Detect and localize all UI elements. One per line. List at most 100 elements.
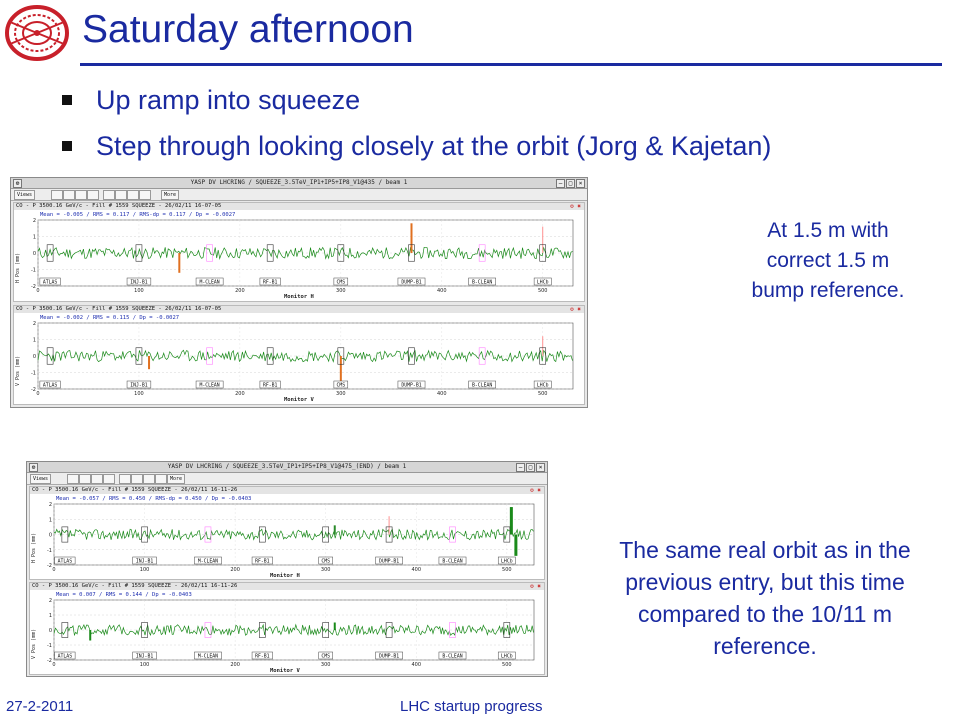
y-tick-label: 2 [33,218,36,224]
ip-label: CMS [336,383,345,389]
ip-label: LHCb [501,559,513,565]
y-tick-label: 0 [49,533,52,539]
x-axis-label: Monitor V [270,668,300,674]
square-bullet-icon [62,95,72,105]
x-tick-label: 200 [235,391,245,397]
zoom-icon[interactable] [79,474,91,484]
title-underline [80,63,942,66]
x-tick-label: 100 [134,288,144,294]
x-tick-label: 0 [36,288,39,294]
table-icon[interactable] [103,474,115,484]
yasp-window-2[interactable]: ⚙ YASP DV LHCRING / SQUEEZE_3.5TeV_IP1+I… [26,461,548,677]
x-tick-label: 500 [538,391,548,397]
ip-label: RF-B1 [263,383,278,389]
y-tick-label: -1 [47,548,52,554]
ip-label: DUMP-B1 [401,280,421,286]
minimize-icon[interactable]: – [556,179,565,188]
v-orbit-plot[interactable]: 210-1-20 100 200 300 400 500ATLAS INJ-B1 M-CLEA… [30,583,546,676]
window-toolbar: Views More [27,473,547,485]
ip-label: LHCb [501,654,513,660]
left-arrow-icon[interactable] [143,474,155,484]
close-icon[interactable]: × [536,463,545,472]
more-button[interactable]: More [167,474,186,484]
grid-icon[interactable] [91,474,103,484]
window-title: YASP DV LHCRING / SQUEEZE_3.5TeV_IP1+IP5… [190,179,408,186]
x-tick-label: 200 [230,567,240,573]
y-tick-label: -2 [47,563,52,569]
v-orbit-panel[interactable]: CO - P 3500.16 GeV/c - Fill # 1559 SQUEE… [29,582,545,675]
ip-label: CMS [321,559,330,565]
y-tick-label: -1 [47,643,52,649]
y-tick-label: 2 [49,598,52,604]
x-tick-label: 0 [36,391,39,397]
ip-label: LHCb [537,280,549,286]
y-tick-label: -1 [31,371,36,377]
x-axis-label: Monitor H [270,573,300,579]
y-tick-label: 1 [33,338,36,344]
ip-label: DUMP-B1 [379,654,399,660]
x-tick-label: 0 [52,662,55,668]
x-tick-label: 500 [502,567,512,573]
left-arrow-icon[interactable] [127,190,139,200]
ip-label: LHCb [537,383,549,389]
x-tick-label: 0 [52,567,55,573]
ip-label: CMS [321,654,330,660]
ip-label: RF-B1 [255,654,270,660]
print-icon[interactable] [51,190,63,200]
v-orbit-plot[interactable]: 210-1-20 100 200 300 400 500ATLAS INJ-B1 M-CLEA… [14,306,586,406]
x-tick-label: 100 [140,567,150,573]
more-button[interactable]: More [161,190,180,200]
window-toolbar: Views More [11,189,587,201]
h-orbit-panel[interactable]: CO - P 3500.16 GeV/c - Fill # 1559 SQUEE… [13,202,585,302]
maximize-icon[interactable]: □ [526,463,535,472]
x-tick-label: 500 [538,288,548,294]
ip-label: RF-B1 [263,280,278,286]
footer-title: LHC startup progress [400,698,543,715]
close-icon[interactable]: × [576,179,585,188]
views-button[interactable]: Views [14,190,36,200]
v-orbit-panel[interactable]: CO - P 3500.16 GeV/c - Fill # 1559 SQUEE… [13,305,585,405]
down-arrow-icon[interactable] [115,190,127,200]
grid-icon[interactable] [75,190,87,200]
right-arrow-icon[interactable] [155,474,167,484]
h-orbit-plot[interactable]: 210-1-20 100 200 300 400 500ATLAS INJ-B1 M-CLEA… [14,203,586,303]
up-arrow-icon[interactable] [103,190,115,200]
table-icon[interactable] [87,190,99,200]
annotation-text: The same real orbit as in the previous e… [619,537,911,659]
annotation-text: At 1.5 m with correct 1.5 m bump referen… [751,219,905,302]
h-orbit-plot[interactable]: 210-1-20 100 200 300 400 500ATLAS INJ-B1 M-CLEA… [30,487,546,581]
ip-label: B-CLEAN [442,559,462,565]
x-tick-label: 400 [437,288,447,294]
ip-label: DUMP-B1 [401,383,421,389]
ip-label: M-CLEAN [198,654,218,660]
h-orbit-panel[interactable]: CO - P 3500.16 GeV/c - Fill # 1559 SQUEE… [29,486,545,580]
bullet-text: Up ramp into squeeze [96,85,361,115]
ip-label: RF-B1 [255,559,270,565]
y-tick-label: 0 [33,354,36,360]
bullet-item: Up ramp into squeeze [60,80,771,126]
window-titlebar[interactable]: ⚙ YASP DV LHCRING / SQUEEZE_3.5TeV_IP1+I… [11,178,587,189]
ip-label: INJ-B1 [130,383,147,389]
x-tick-label: 200 [235,288,245,294]
window-title: YASP DV LHCRING / SQUEEZE_3.5TeV_IP1+IP5… [167,463,407,470]
x-tick-label: 300 [336,391,346,397]
window-titlebar[interactable]: ⚙ YASP DV LHCRING / SQUEEZE_3.5TeV_IP1+I… [27,462,547,473]
y-tick-label: -2 [47,658,52,664]
y-tick-label: -1 [31,268,36,274]
ip-label: M-CLEAN [199,280,219,286]
x-tick-label: 400 [411,567,421,573]
maximize-icon[interactable]: □ [566,179,575,188]
ip-label: ATLAS [58,559,73,565]
up-arrow-icon[interactable] [119,474,131,484]
zoom-icon[interactable] [63,190,75,200]
down-arrow-icon[interactable] [131,474,143,484]
yasp-window-1[interactable]: ⚙ YASP DV LHCRING / SQUEEZE_3.5TeV_IP1+I… [10,177,588,408]
lhc-logo [5,5,69,61]
x-tick-label: 500 [502,662,512,668]
views-button[interactable]: Views [30,474,52,484]
y-tick-label: 2 [49,502,52,508]
x-axis-label: Monitor V [284,397,314,403]
right-arrow-icon[interactable] [139,190,151,200]
print-icon[interactable] [67,474,79,484]
minimize-icon[interactable]: – [516,463,525,472]
